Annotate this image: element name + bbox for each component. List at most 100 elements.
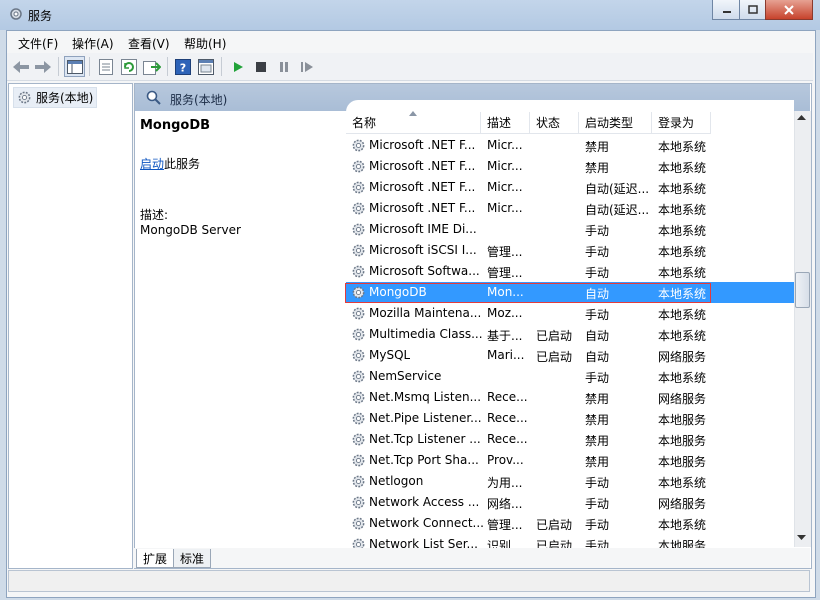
start-service-link[interactable]: 启动 <box>140 157 164 171</box>
status-bar <box>8 570 810 592</box>
cell-name: Microsoft .NET F... <box>369 138 476 152</box>
cell-logon: 本地系统 <box>658 287 707 301</box>
cell-desc: Micr... <box>487 180 523 194</box>
service-gear-icon <box>352 307 365 320</box>
table-row[interactable]: NemService 手动 本地系统 <box>346 366 794 387</box>
cell-logon: 本地服务 <box>658 434 707 448</box>
cell-logon: 本地系统 <box>658 224 707 238</box>
cell-name: Network Access ... <box>369 495 480 509</box>
cell-startup: 手动 <box>585 224 610 238</box>
cell-desc: Micr... <box>487 201 523 215</box>
forward-icon <box>34 60 51 73</box>
table-row[interactable]: MongoDB Mon... 自动 本地系统 <box>346 282 794 303</box>
service-gear-icon <box>352 244 365 257</box>
refresh-button[interactable] <box>118 56 139 77</box>
cell-startup: 禁用 <box>585 434 610 448</box>
scroll-down-icon[interactable] <box>797 535 806 541</box>
maximize-button[interactable] <box>739 0 767 20</box>
column-header-startup[interactable]: 启动类型 <box>579 112 652 134</box>
cell-startup: 自动 <box>585 329 610 343</box>
menu-bar: 文件(F) 操作(A) 查看(V) 帮助(H) <box>7 31 813 52</box>
cell-name: Net.Pipe Listener... <box>369 411 482 425</box>
sort-ascending-icon <box>409 111 417 116</box>
table-row[interactable]: Microsoft .NET F... Micr... 禁用 本地系统 <box>346 135 794 156</box>
column-header-logon[interactable]: 登录为 <box>652 112 711 134</box>
table-row[interactable]: Netlogon 为用... 手动 本地系统 <box>346 471 794 492</box>
column-header-desc[interactable]: 描述 <box>481 112 530 134</box>
restart-service-button[interactable] <box>296 56 317 77</box>
scroll-up-icon[interactable] <box>797 114 806 120</box>
tree-node-services-local[interactable]: 服务(本地) <box>13 87 98 108</box>
service-gear-icon <box>352 202 365 215</box>
column-header-status[interactable]: 状态 <box>530 112 579 134</box>
table-row[interactable]: Microsoft IME Di... 手动 本地系统 <box>346 219 794 240</box>
cell-name: Microsoft .NET F... <box>369 159 476 173</box>
table-row[interactable]: Network Access ... 网络... 手动 网络服务 <box>346 492 794 513</box>
svg-text:?: ? <box>179 61 185 74</box>
cell-logon: 本地服务 <box>658 539 707 548</box>
cell-startup: 手动 <box>585 245 610 259</box>
view-button[interactable] <box>195 56 216 77</box>
forward-button[interactable] <box>32 56 53 77</box>
table-row[interactable]: Microsoft .NET F... Micr... 自动(延迟... 本地系统 <box>346 198 794 219</box>
back-button[interactable] <box>10 56 31 77</box>
minimize-button[interactable] <box>712 0 741 20</box>
cell-desc: Micr... <box>487 159 523 173</box>
close-button[interactable] <box>765 0 813 20</box>
console-tree: 服务(本地) <box>8 83 133 569</box>
menu-view[interactable]: 查看(V) <box>128 35 170 52</box>
table-row[interactable]: Net.Msmq Listen... Rece... 禁用 网络服务 <box>346 387 794 408</box>
service-gear-icon <box>352 181 365 194</box>
restart-icon <box>300 61 313 72</box>
cell-logon: 本地系统 <box>658 182 707 196</box>
cell-desc: Moz... <box>487 306 523 320</box>
table-row[interactable]: Mozilla Maintena... Moz... 手动 本地系统 <box>346 303 794 324</box>
tab-extended[interactable]: 扩展 <box>136 549 175 568</box>
menu-action[interactable]: 操作(A) <box>72 35 114 52</box>
cell-logon: 本地系统 <box>658 161 707 175</box>
service-gear-icon <box>352 517 365 530</box>
cell-logon: 网络服务 <box>658 497 707 511</box>
cell-logon: 本地系统 <box>658 329 707 343</box>
tab-standard[interactable]: 标准 <box>173 549 212 568</box>
table-row[interactable]: Net.Pipe Listener... Rece... 禁用 本地服务 <box>346 408 794 429</box>
refresh-icon <box>120 58 137 75</box>
pause-service-button[interactable] <box>273 56 294 77</box>
cell-name: NemService <box>369 369 442 383</box>
service-gear-icon <box>352 265 365 278</box>
menu-help[interactable]: 帮助(H) <box>184 35 226 52</box>
properties-button[interactable] <box>95 56 116 77</box>
cell-name: MongoDB <box>369 285 427 299</box>
cell-desc: Micr... <box>487 138 523 152</box>
console-tree-button[interactable] <box>64 56 85 77</box>
cell-startup: 自动(延迟... <box>585 182 650 196</box>
start-service-button[interactable] <box>227 56 248 77</box>
stop-service-button[interactable] <box>250 56 271 77</box>
cell-desc: Mon... <box>487 285 524 299</box>
column-header-desc-label: 描述 <box>487 116 512 130</box>
table-row[interactable]: Network List Ser... 识别... 已启动 手动 本地服务 <box>346 534 794 548</box>
cell-startup: 手动 <box>585 476 610 490</box>
table-row[interactable]: Microsoft .NET F... Micr... 自动(延迟... 本地系统 <box>346 177 794 198</box>
table-row[interactable]: Net.Tcp Port Sha... Prov... 禁用 本地服务 <box>346 450 794 471</box>
toolbar-separator <box>89 57 90 76</box>
table-row[interactable]: Network Connect... 管理... 已启动 手动 本地系统 <box>346 513 794 534</box>
vertical-scrollbar[interactable] <box>794 111 811 547</box>
table-row[interactable]: Multimedia Class... 基于... 已启动 自动 本地系统 <box>346 324 794 345</box>
cell-name: Mozilla Maintena... <box>369 306 482 320</box>
scrollbar-thumb[interactable] <box>795 272 810 308</box>
table-row[interactable]: Microsoft .NET F... Micr... 禁用 本地系统 <box>346 156 794 177</box>
cell-logon: 本地系统 <box>658 518 707 532</box>
cell-desc: 为用... <box>487 476 523 490</box>
cell-startup: 禁用 <box>585 413 610 427</box>
table-row[interactable]: Net.Tcp Listener ... Rece... 禁用 本地服务 <box>346 429 794 450</box>
menu-file[interactable]: 文件(F) <box>18 35 58 52</box>
help-icon: ? <box>174 58 191 75</box>
table-row[interactable]: Microsoft Softwa... 管理... 手动 本地系统 <box>346 261 794 282</box>
help-button[interactable]: ? <box>172 56 193 77</box>
export-button[interactable] <box>141 56 162 77</box>
cell-status: 已启动 <box>536 539 573 548</box>
table-row[interactable]: MySQL Mari... 已启动 自动 网络服务 <box>346 345 794 366</box>
cell-logon: 本地服务 <box>658 413 707 427</box>
table-row[interactable]: Microsoft iSCSI I... 管理... 手动 本地系统 <box>346 240 794 261</box>
